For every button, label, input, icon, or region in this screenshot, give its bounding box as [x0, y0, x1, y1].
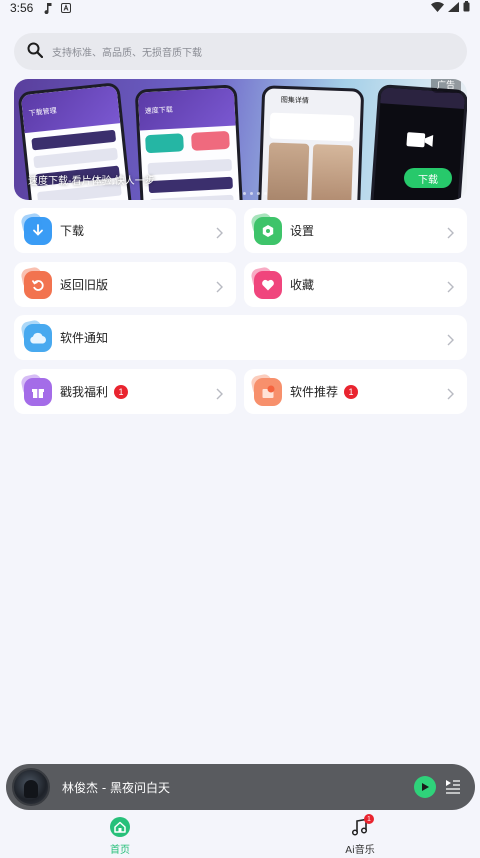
chevron-right-icon	[216, 224, 223, 243]
mini-player[interactable]: 林俊杰 - 黑夜问白天	[6, 764, 475, 810]
banner-caption: 速度下载-看片体验,快人一步	[28, 176, 155, 187]
tab-home-label: 首页	[110, 845, 130, 856]
menu-welfare[interactable]: 戳我福利 1	[14, 369, 236, 414]
status-time: 3:56	[10, 1, 34, 15]
wifi-icon	[431, 1, 444, 15]
menu-welfare-label: 戳我福利	[60, 385, 109, 399]
search-bar[interactable]: 支持标准、高品质、无损音质下载	[14, 33, 467, 70]
tab-ai-music-label: Ai音乐	[345, 845, 375, 856]
bottom-tab-bar: 首页 1 Ai音乐	[0, 812, 480, 858]
promo-banner[interactable]: 下载管理 速度下载 图集详情 广告 速度下载-看片体验,快人一步 下载	[14, 79, 467, 200]
chevron-right-icon	[216, 278, 223, 297]
menu-settings[interactable]: 设置	[244, 208, 467, 253]
play-icon	[422, 783, 429, 791]
play-button[interactable]	[414, 776, 436, 798]
menu-download[interactable]: 下载	[14, 208, 236, 253]
menu-software-notice-label: 软件通知	[60, 331, 109, 345]
banner-phone-3: 图集详情	[257, 85, 365, 200]
chevron-right-icon	[447, 224, 454, 243]
tab-home[interactable]: 首页	[0, 812, 240, 858]
video-camera-icon	[404, 129, 435, 151]
music-icon: 1	[349, 814, 374, 838]
chevron-right-icon	[447, 385, 454, 404]
cloud-icon	[24, 323, 52, 352]
recommend-badge: 1	[344, 384, 359, 399]
chevron-right-icon	[216, 385, 223, 404]
download-icon	[24, 216, 52, 245]
banner-phone-3-title: 图集详情	[280, 95, 309, 105]
home-icon	[109, 816, 131, 838]
ai-music-badge: 1	[364, 814, 374, 824]
now-playing-title: 林俊杰 - 黑夜问白天	[62, 780, 170, 795]
settings-icon	[254, 216, 282, 245]
gift-icon	[24, 377, 52, 406]
banner-phone-1-title: 下载管理	[20, 85, 121, 134]
music-note-icon	[43, 2, 53, 14]
heart-icon	[254, 270, 282, 299]
chevron-right-icon	[447, 278, 454, 297]
menu-favorites[interactable]: 收藏	[244, 262, 467, 307]
battery-icon	[463, 1, 470, 15]
app-notification-icon	[61, 3, 72, 13]
status-bar: 3:56	[0, 0, 480, 16]
playlist-icon[interactable]	[445, 778, 461, 798]
search-icon	[27, 42, 44, 62]
menu-back-old-version-label: 返回旧版	[60, 278, 109, 292]
menu-software-notice[interactable]: 软件通知	[14, 315, 467, 360]
search-placeholder: 支持标准、高品质、无损音质下载	[52, 48, 202, 59]
banner-download-button[interactable]: 下载	[404, 168, 452, 188]
banner-phone-2-title: 速度下载	[137, 87, 236, 131]
menu-settings-label: 设置	[290, 224, 315, 238]
tab-ai-music[interactable]: 1 Ai音乐	[240, 812, 480, 858]
ad-tag[interactable]: 广告	[430, 79, 461, 93]
album-cover[interactable]	[12, 768, 50, 806]
undo-icon	[24, 270, 52, 299]
chevron-right-icon	[447, 331, 454, 350]
menu-recommend-label: 软件推荐	[290, 385, 339, 399]
menu-recommend[interactable]: 软件推荐 1	[244, 369, 467, 414]
box-icon	[254, 377, 282, 406]
carousel-dots	[236, 192, 267, 195]
signal-icon	[448, 1, 459, 15]
menu-download-label: 下载	[60, 224, 85, 238]
welfare-badge: 1	[114, 384, 129, 399]
menu-favorites-label: 收藏	[290, 278, 315, 292]
menu-back-old-version[interactable]: 返回旧版	[14, 262, 236, 307]
